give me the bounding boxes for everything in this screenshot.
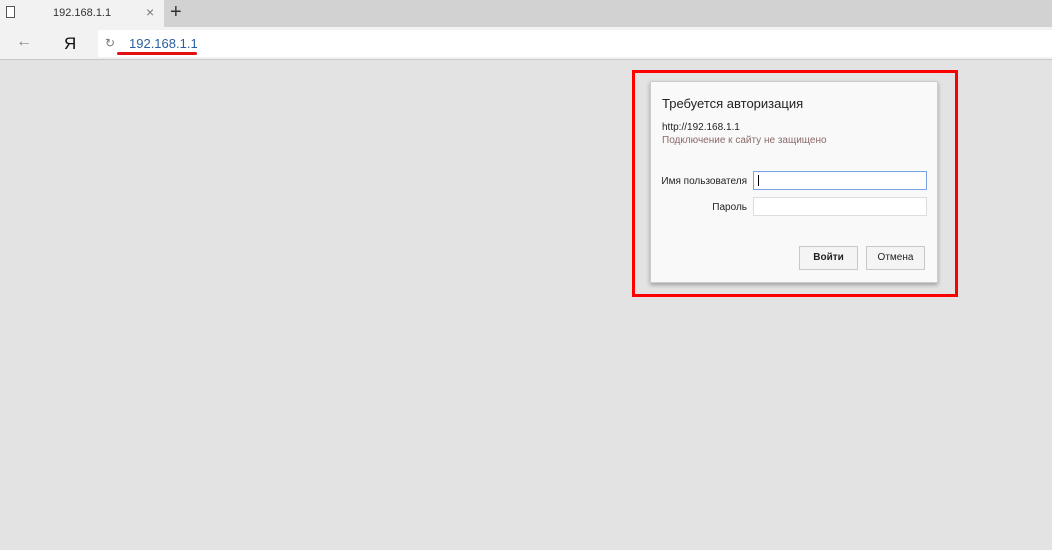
toolbar: ← Я ↻ 192.168.1.1 <box>0 27 1052 60</box>
login-button[interactable]: Войти <box>799 246 858 270</box>
new-tab-button[interactable]: + <box>170 1 182 24</box>
insecure-warning: Подключение к сайту не защищено <box>662 135 827 146</box>
dialog-title: Требуется авторизация <box>662 96 804 111</box>
tab-close-icon[interactable]: × <box>146 4 154 20</box>
tab-active[interactable]: 192.168.1.1 × <box>0 0 164 27</box>
yandex-logo-button[interactable]: Я <box>64 34 76 54</box>
back-button[interactable]: ← <box>16 33 32 51</box>
username-label: Имя пользователя <box>661 176 747 187</box>
reload-icon[interactable]: ↻ <box>105 36 115 50</box>
password-label: Пароль <box>712 202 747 213</box>
password-input[interactable] <box>753 197 927 216</box>
red-underline-annotation <box>117 52 197 55</box>
username-input[interactable] <box>753 171 927 190</box>
address-url[interactable]: 192.168.1.1 <box>129 36 198 51</box>
auth-dialog: Требуется авторизация http://192.168.1.1… <box>650 81 938 283</box>
tab-title: 192.168.1.1 <box>53 7 112 19</box>
cancel-button[interactable]: Отмена <box>866 246 925 270</box>
dialog-url: http://192.168.1.1 <box>662 122 740 133</box>
document-icon <box>6 6 15 18</box>
tab-bar: 192.168.1.1 × + <box>0 0 1052 27</box>
address-bar[interactable]: ↻ 192.168.1.1 <box>98 30 1052 57</box>
